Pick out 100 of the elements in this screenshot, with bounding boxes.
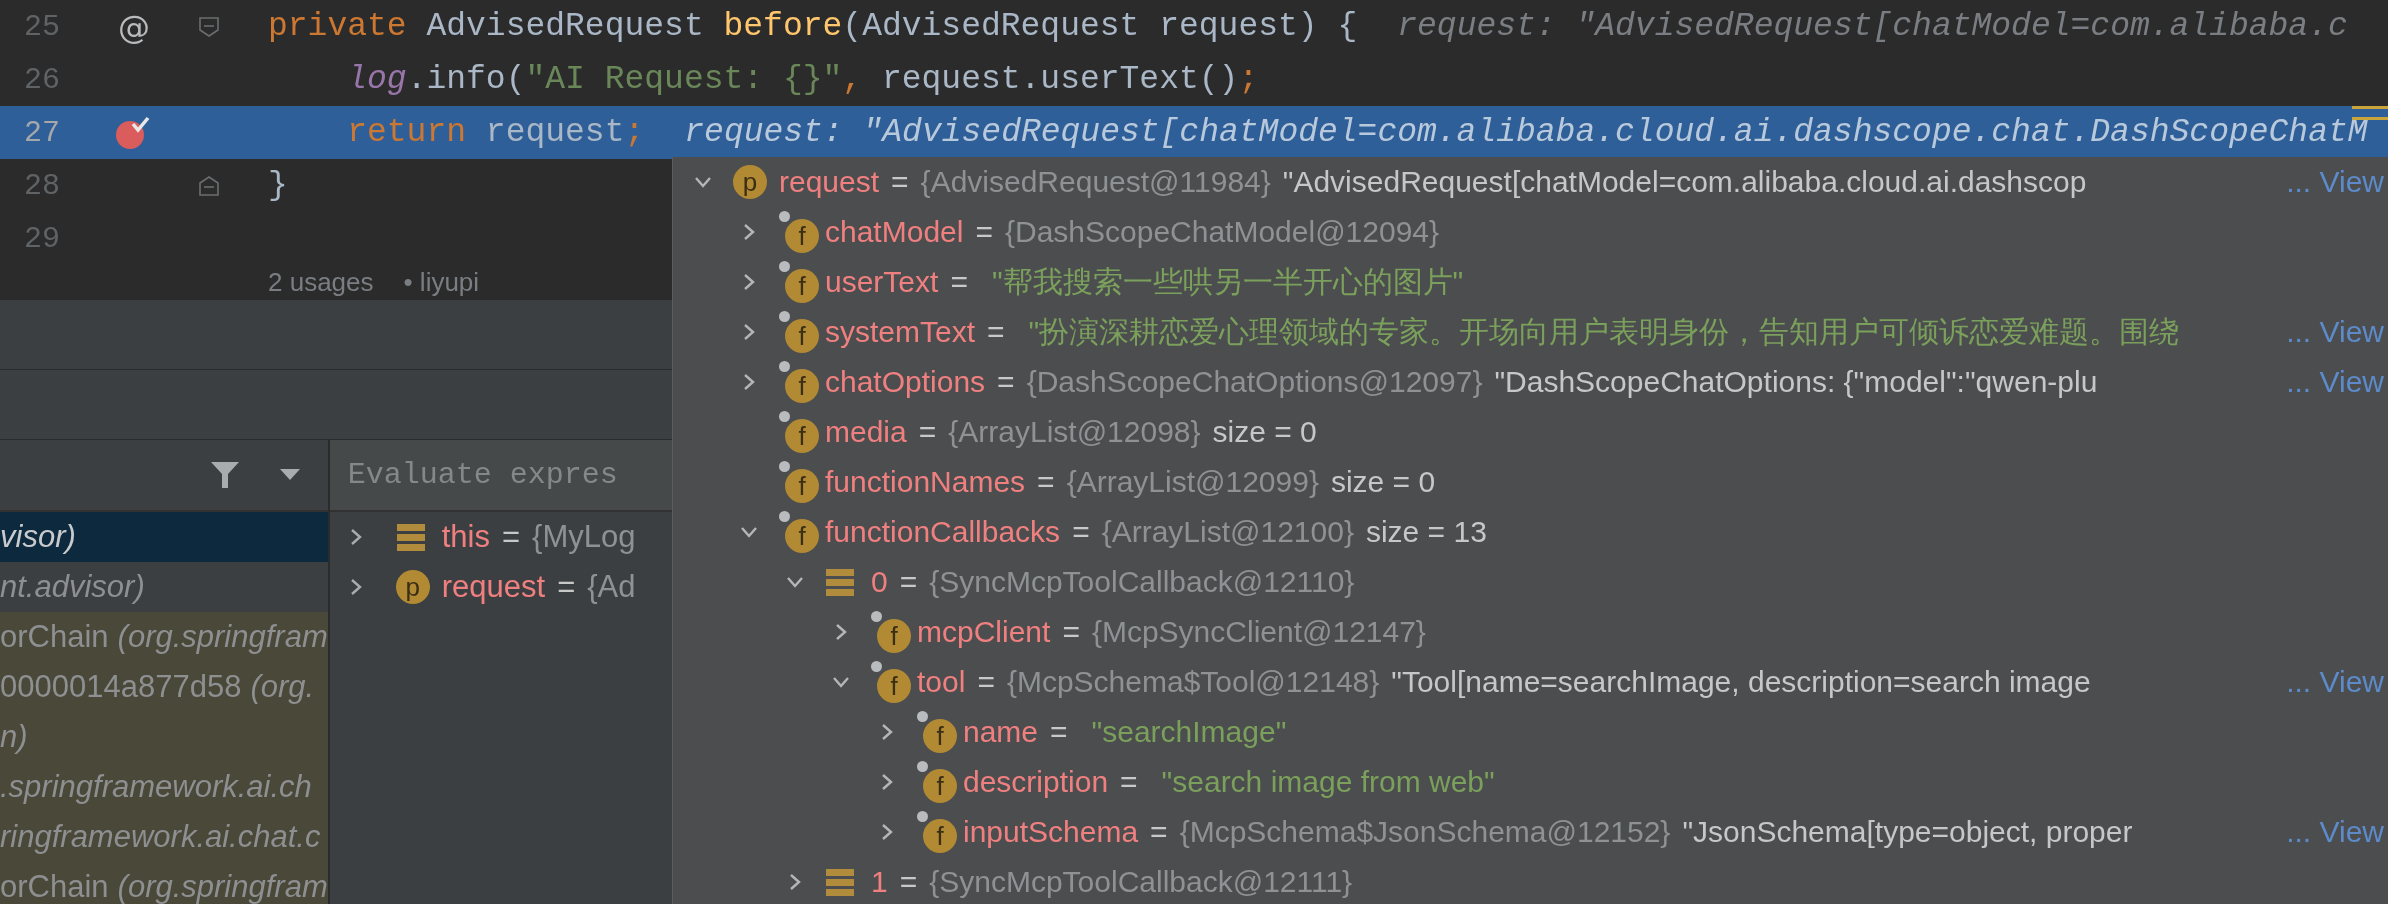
variable-value: size = 0 — [1330, 465, 1436, 499]
stack-frame-item[interactable]: orChain (org.springfram — [0, 612, 328, 662]
variable-name: this — [441, 519, 490, 555]
object-type: {ArrayList@12099} — [1066, 465, 1319, 499]
object-type: {DashScopeChatOptions@12097} — [1026, 365, 1483, 399]
equals-sign: = — [918, 415, 937, 449]
tree-row[interactable]: f userText = "帮我搜索一些哄另一半开心的图片" — [673, 257, 2388, 307]
inline-value-hint: request: "AdvisedRequest[chatModel=com.alibaba.cloud.ai.dashscope.chat.DashScopeChatM — [684, 114, 2368, 151]
variable-value: "扮演深耕恋爱心理领域的专家。开场向用户表明身份，告知用户可倾诉恋爱难题。围绕 — [1028, 313, 2180, 350]
line-number: 25 — [23, 9, 60, 44]
variable-name: name — [963, 715, 1039, 749]
object-type: {ArrayList@12098} — [948, 415, 1201, 449]
list-icon — [825, 567, 855, 597]
tree-row[interactable]: f systemText = "扮演深耕恋爱心理领域的专家。开场向用户表明身份，告知用户可倾诉恋爱难题。围绕 ... View — [673, 307, 2388, 357]
line-number: 26 — [23, 62, 60, 97]
variable-value: "AdvisedRequest[chatModel=com.alibaba.cloud.ai.dashscop — [1282, 165, 2087, 199]
filter-icon[interactable] — [209, 460, 240, 490]
object-type: {ArrayList@12100} — [1101, 515, 1354, 549]
equals-sign: = — [899, 565, 918, 599]
object-type: {SyncMcpToolCallback@12110} — [929, 565, 1355, 599]
variable-name: userText — [825, 265, 939, 299]
variable-value: size = 0 — [1212, 415, 1317, 449]
object-type: {McpSyncClient@12147} — [1091, 615, 1426, 649]
variable-name: tool — [917, 665, 966, 699]
usages-hint[interactable]: 2 usages — [268, 267, 374, 298]
tree-row[interactable]: f inputSchema = {McpSchema$JsonSchema@12152} "JsonSchema[type=object, proper ... View — [673, 807, 2388, 857]
stack-frame-item[interactable]: 0000014a877d58 (org. — [0, 662, 328, 712]
variable-name: media — [825, 415, 907, 449]
object-type: {McpSchema$Tool@12148} — [1006, 665, 1380, 699]
equals-sign: = — [1037, 465, 1055, 499]
equals-sign: = — [1150, 815, 1168, 849]
tree-row[interactable]: p request = {AdvisedRequest@11984} "AdvisedRequest[chatModel=com.alibaba.cloud.ai.dashscop ... View — [673, 157, 2388, 207]
object-type: {AdvisedRequest@11984} — [920, 165, 1271, 199]
variable-name: functionCallbacks — [825, 515, 1061, 549]
tree-row[interactable]: 0 = {SyncMcpToolCallback@12110} — [673, 557, 2388, 607]
equals-sign: = — [997, 365, 1015, 399]
tree-row[interactable]: f mcpClient = {McpSyncClient@12147} — [673, 607, 2388, 657]
tree-row[interactable]: f functionCallbacks = {ArrayList@12100} size = 13 — [673, 507, 2388, 557]
variable-name: request — [441, 569, 546, 605]
equals-sign: = — [557, 569, 576, 605]
author-hint: • liyupi — [403, 267, 480, 298]
equals-sign: = — [1050, 715, 1068, 749]
line-number: 27 — [23, 115, 60, 150]
stack-frame-item[interactable]: orChain (org.springfram — [0, 862, 328, 904]
fold-end-icon[interactable] — [198, 174, 220, 197]
equals-sign: = — [987, 315, 1005, 349]
stack-frame-item[interactable]: visor) — [0, 512, 328, 562]
tree-row[interactable]: f description = "search image from web" — [673, 757, 2388, 807]
variable-value: {Ad — [587, 569, 636, 605]
variable-name: chatOptions — [825, 365, 986, 399]
variable-name: 0 — [871, 565, 888, 599]
equals-sign: = — [891, 165, 909, 199]
tree-row[interactable]: 1 = {SyncMcpToolCallback@12111} — [673, 857, 2388, 904]
variable-name: request — [779, 165, 880, 199]
variable-value: "DashScopeChatOptions: {"model":"qwen-plu — [1494, 365, 2098, 399]
line-number: 28 — [23, 168, 60, 203]
tree-row[interactable]: f chatModel = {DashScopeChatModel@12094} — [673, 207, 2388, 257]
parameter-icon: p — [395, 570, 430, 604]
equals-sign: = — [977, 665, 995, 699]
equals-sign: = — [1062, 615, 1080, 649]
tree-row[interactable]: f chatOptions = {DashScopeChatOptions@12097} "DashScopeChatOptions: {"model":"qwen-plu ... View — [673, 357, 2388, 407]
breakpoint-icon[interactable] — [114, 114, 150, 151]
variable-value: "帮我搜索一些哄另一半开心的图片" — [991, 263, 1464, 300]
equals-sign: = — [899, 865, 918, 899]
variable-name: inputSchema — [963, 815, 1139, 849]
equals-sign: = — [502, 519, 521, 555]
list-icon — [395, 522, 426, 552]
gutter-mark[interactable]: @ — [118, 7, 150, 46]
code-text: log.info("AI Request: {}", request.userText(); — [346, 61, 1259, 98]
stack-frame-item[interactable]: ringframework.ai.chat.c — [0, 812, 328, 862]
variable-value: "JsonSchema[type=object, proper — [1682, 815, 2133, 849]
variable-value: "Tool[name=searchImage, description=search image — [1391, 665, 2091, 699]
parameter-icon: p — [733, 165, 767, 199]
variable-value: size = 13 — [1365, 515, 1487, 549]
variable-name: mcpClient — [917, 615, 1051, 649]
variable-name: 1 — [871, 865, 888, 899]
variable-name: description — [963, 765, 1109, 799]
variable-value: "search image from web" — [1161, 765, 1495, 799]
inline-value-hint: request: "AdvisedRequest[chatModel=com.alibaba.c — [1397, 8, 2348, 45]
dropdown-caret-icon[interactable] — [279, 469, 300, 481]
tree-row[interactable]: f tool = {McpSchema$Tool@12148} "Tool[name=searchImage, description=search image ... View — [673, 657, 2388, 707]
variable-name: chatModel — [825, 215, 964, 249]
equals-sign: = — [1120, 765, 1138, 799]
object-type: {SyncMcpToolCallback@12111} — [929, 865, 1353, 899]
stack-frame-item[interactable]: n) — [0, 712, 328, 762]
variable-value: "searchImage" — [1091, 715, 1287, 749]
object-type: {DashScopeChatModel@12094} — [1004, 215, 1440, 249]
variable-value: {MyLog — [532, 519, 636, 555]
equals-sign: = — [1072, 515, 1090, 549]
equals-sign: = — [950, 265, 968, 299]
fold-start-icon[interactable] — [198, 15, 220, 38]
tree-row[interactable]: f name = "searchImage" — [673, 707, 2388, 757]
code-text: } — [268, 167, 288, 204]
variable-name: systemText — [825, 315, 976, 349]
line-number: 29 — [23, 221, 60, 256]
code-text: private AdvisedRequest before(AdvisedRequest request) { — [268, 8, 1358, 45]
list-icon — [825, 867, 855, 897]
stack-frame-item[interactable]: .springframework.ai.ch — [0, 762, 328, 812]
equals-sign: = — [975, 215, 993, 249]
code-text: return request; — [346, 114, 645, 151]
